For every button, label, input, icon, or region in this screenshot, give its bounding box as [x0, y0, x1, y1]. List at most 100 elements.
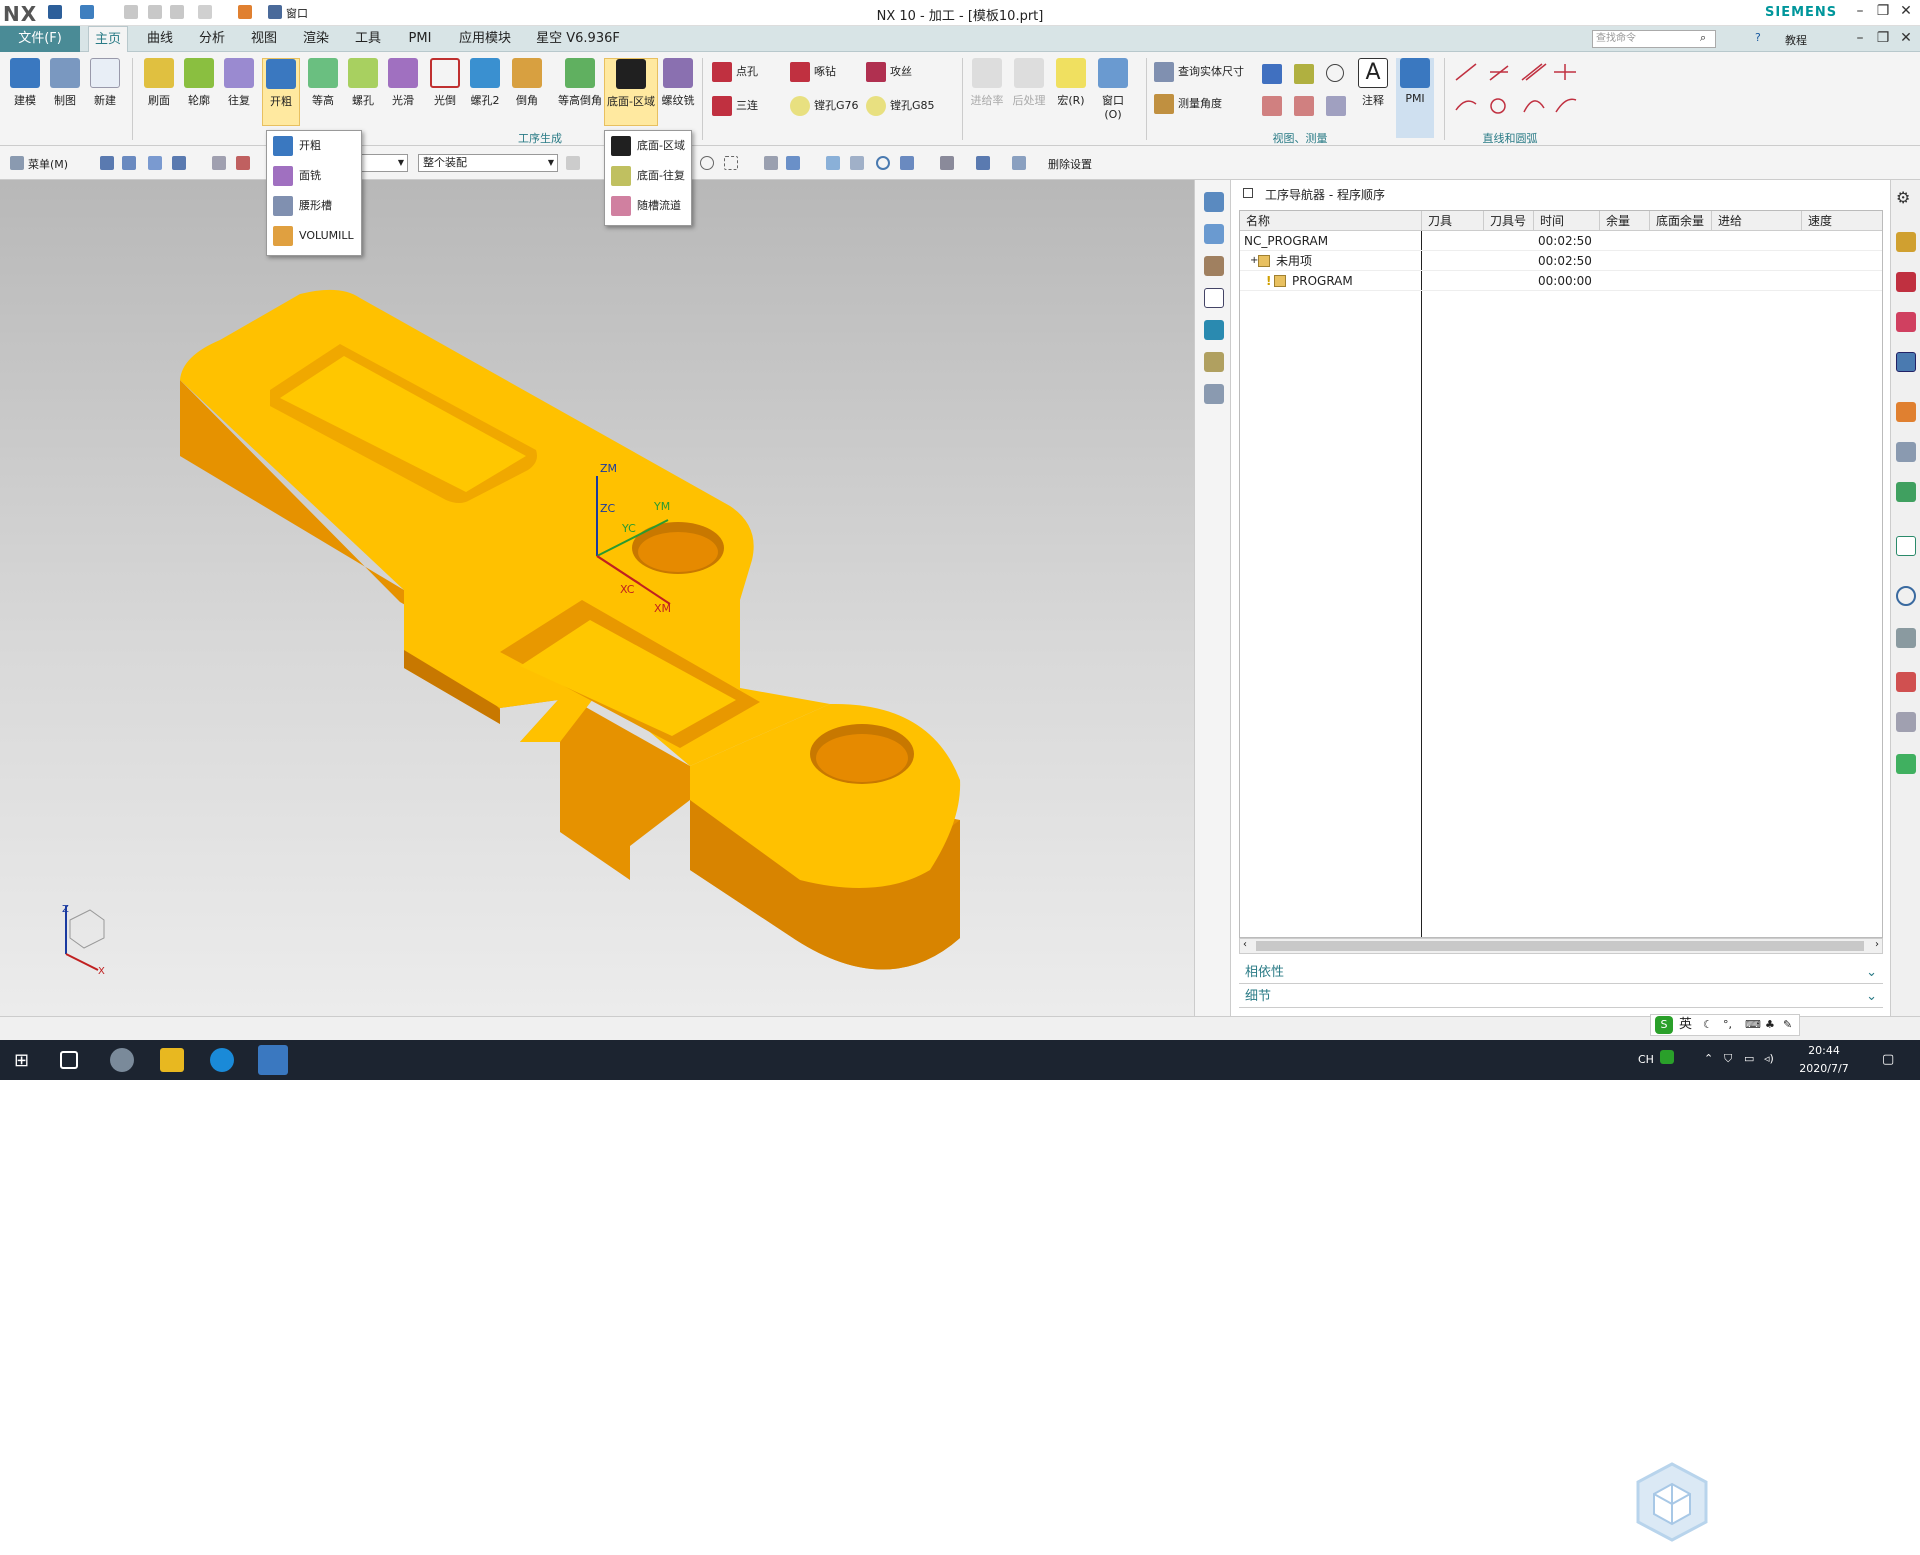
reuse-library-icon[interactable]: [1896, 442, 1916, 462]
file-explorer-icon[interactable]: [160, 1048, 184, 1072]
nav-reuse-icon[interactable]: [1204, 256, 1224, 276]
face-mill-menu-item[interactable]: 面铣: [267, 161, 361, 191]
tap-button[interactable]: 攻丝: [866, 60, 912, 84]
doc-restore-icon[interactable]: ❐: [1873, 30, 1893, 46]
history-icon[interactable]: [1896, 586, 1916, 606]
process-studio-icon[interactable]: [1896, 628, 1916, 648]
punctuation-icon[interactable]: °,: [1723, 1015, 1732, 1035]
shield-icon[interactable]: ⛉: [1724, 1052, 1732, 1066]
assembly-navigator-icon[interactable]: [1896, 232, 1916, 252]
query-body-size-button[interactable]: 查询实体尺寸: [1154, 60, 1244, 84]
command-search-input[interactable]: 查找命令: [1592, 30, 1716, 48]
search-icon[interactable]: ⌕: [1700, 31, 1706, 45]
minimize-icon[interactable]: –: [1850, 3, 1870, 19]
wrench-icon[interactable]: ✎: [1783, 1015, 1792, 1035]
select-features-icon[interactable]: [148, 156, 162, 170]
select-filter-icon[interactable]: [100, 156, 114, 170]
tab-home[interactable]: 主页: [88, 26, 128, 52]
file-menu[interactable]: 文件(F): [0, 26, 80, 52]
volume-icon[interactable]: ◃): [1764, 1052, 1774, 1065]
chevron-up-icon[interactable]: ⌃: [1704, 1052, 1713, 1065]
zoom-icon[interactable]: [850, 156, 864, 170]
ime-language[interactable]: 英: [1679, 1015, 1692, 1035]
snap-icon[interactable]: [122, 156, 136, 170]
view-triad-icon[interactable]: [1012, 156, 1026, 170]
nav-text-icon[interactable]: [1204, 288, 1224, 308]
tab-curve[interactable]: 曲线: [140, 26, 180, 52]
calculator-icon[interactable]: [1204, 320, 1224, 340]
moon-icon[interactable]: ☾: [1703, 1015, 1713, 1035]
pin-icon[interactable]: [1243, 188, 1253, 198]
new-button[interactable]: 新建: [86, 58, 124, 108]
gear-icon[interactable]: ⚙: [1896, 188, 1916, 208]
column-header[interactable]: 刀具: [1422, 211, 1484, 231]
pmi-button[interactable]: PMI: [1396, 58, 1434, 138]
orient-view-icon[interactable]: [900, 156, 914, 170]
machine-tool-icon[interactable]: [1896, 402, 1916, 422]
nav-assembly-icon[interactable]: [1204, 192, 1224, 212]
sogou-tray-icon[interactable]: [1660, 1050, 1674, 1064]
window-button[interactable]: 窗口(O): [1094, 58, 1132, 121]
measure-angle-button[interactable]: 测量角度: [1154, 92, 1222, 116]
chamfer-button[interactable]: 倒角: [508, 58, 546, 108]
floor-zigzag-menu-item[interactable]: 底面-往复: [605, 161, 691, 191]
system-scenes-icon[interactable]: [1896, 712, 1916, 732]
trim-icon[interactable]: [212, 156, 226, 170]
details-section[interactable]: 细节 ⌄: [1239, 986, 1883, 1008]
help-icon[interactable]: ?: [1755, 31, 1761, 44]
light-chamfer-button[interactable]: 光倒: [426, 58, 464, 108]
tutorial-link[interactable]: 教程: [1785, 32, 1807, 48]
floor-area-menu-item[interactable]: 底面-区域: [605, 131, 691, 161]
web-browser-icon[interactable]: [1896, 536, 1916, 556]
skin-icon[interactable]: ♣: [1765, 1015, 1775, 1035]
column-header[interactable]: 速度: [1802, 211, 1882, 231]
column-header[interactable]: 刀具号: [1484, 211, 1534, 231]
restore-icon[interactable]: ❐: [1873, 3, 1893, 19]
column-header[interactable]: 余量: [1600, 211, 1650, 231]
render-style-icon[interactable]: [764, 156, 778, 170]
feed-rate-button[interactable]: 进给率: [968, 58, 1006, 108]
peck-drill-button[interactable]: 啄钻: [790, 60, 836, 84]
operation-navigator-icon[interactable]: [1896, 352, 1916, 372]
circle-icon[interactable]: [1326, 64, 1344, 82]
windows-start-icon[interactable]: ⊞: [14, 1050, 29, 1071]
display-mode-icon[interactable]: [940, 156, 954, 170]
rough-button[interactable]: 开粗: [262, 58, 300, 126]
thread-mill-button[interactable]: 螺纹铣: [660, 58, 696, 108]
sweep-icon[interactable]: [1326, 96, 1346, 116]
doc-close-icon[interactable]: ✕: [1896, 30, 1916, 46]
cone-icon[interactable]: [1294, 64, 1314, 84]
constraint-navigator-icon[interactable]: [1896, 272, 1916, 292]
library-icon[interactable]: [1896, 482, 1916, 502]
dependencies-section[interactable]: 相依性 ⌄: [1239, 962, 1883, 984]
notification-icon[interactable]: ▢: [1882, 1052, 1894, 1067]
column-header[interactable]: 时间: [1534, 211, 1600, 231]
bore-g85-button[interactable]: 镗孔G85: [866, 94, 935, 118]
snap-point-icon[interactable]: [566, 156, 580, 170]
tab-tools[interactable]: 工具: [348, 26, 388, 52]
reset-icon[interactable]: [236, 156, 250, 170]
nx-taskbar-icon[interactable]: [258, 1045, 288, 1075]
table-row[interactable]: + 未用项 00:02:50: [1240, 251, 1882, 271]
select-body-icon[interactable]: [172, 156, 186, 170]
assembly-scope-select[interactable]: 整个装配 ▼: [418, 154, 558, 172]
column-header[interactable]: 名称: [1240, 211, 1422, 231]
clock-time[interactable]: 20:44: [1800, 1044, 1848, 1057]
network-icon[interactable]: ▭: [1744, 1052, 1754, 1065]
circle-snap-icon[interactable]: [700, 156, 714, 170]
scroll-thumb[interactable]: [1256, 941, 1864, 951]
ruler-icon[interactable]: [1204, 352, 1224, 372]
horizontal-scrollbar[interactable]: ‹ ›: [1239, 938, 1883, 954]
clock-date[interactable]: 2020/7/7: [1796, 1062, 1852, 1075]
tab-view[interactable]: 视图: [244, 26, 284, 52]
task-view-icon[interactable]: [60, 1051, 78, 1069]
input-method-bar[interactable]: S 英 ☾ °, ⌨ ♣ ✎: [1650, 1014, 1800, 1036]
annotation-button[interactable]: A 注释: [1354, 58, 1392, 108]
plane-icon[interactable]: [1262, 96, 1282, 116]
shaded-icon[interactable]: [786, 156, 800, 170]
modeling-button[interactable]: 建模: [6, 58, 44, 108]
settings-app-icon[interactable]: [110, 1048, 134, 1072]
spot-drill-button[interactable]: 点孔: [712, 60, 758, 84]
rotate-icon[interactable]: [876, 156, 890, 170]
scroll-left-icon[interactable]: ‹: [1243, 939, 1247, 950]
